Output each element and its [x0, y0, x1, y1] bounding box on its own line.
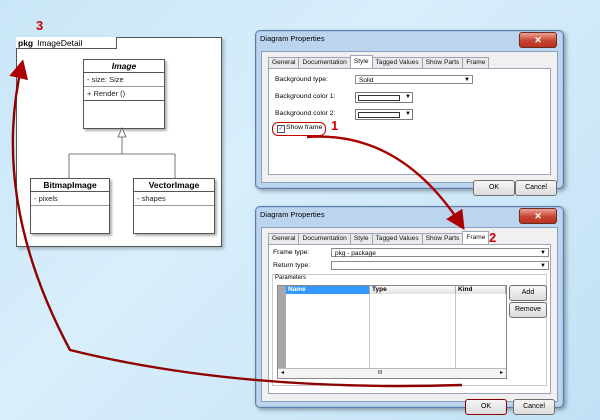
arrow-style-to-frame-tab — [306, 135, 465, 231]
tab-style[interactable]: Style — [349, 55, 373, 68]
arrow-ok-to-diagram-frame — [9, 59, 463, 388]
tab-frame[interactable]: Frame — [462, 231, 490, 244]
annotation-arrows — [9, 59, 465, 388]
